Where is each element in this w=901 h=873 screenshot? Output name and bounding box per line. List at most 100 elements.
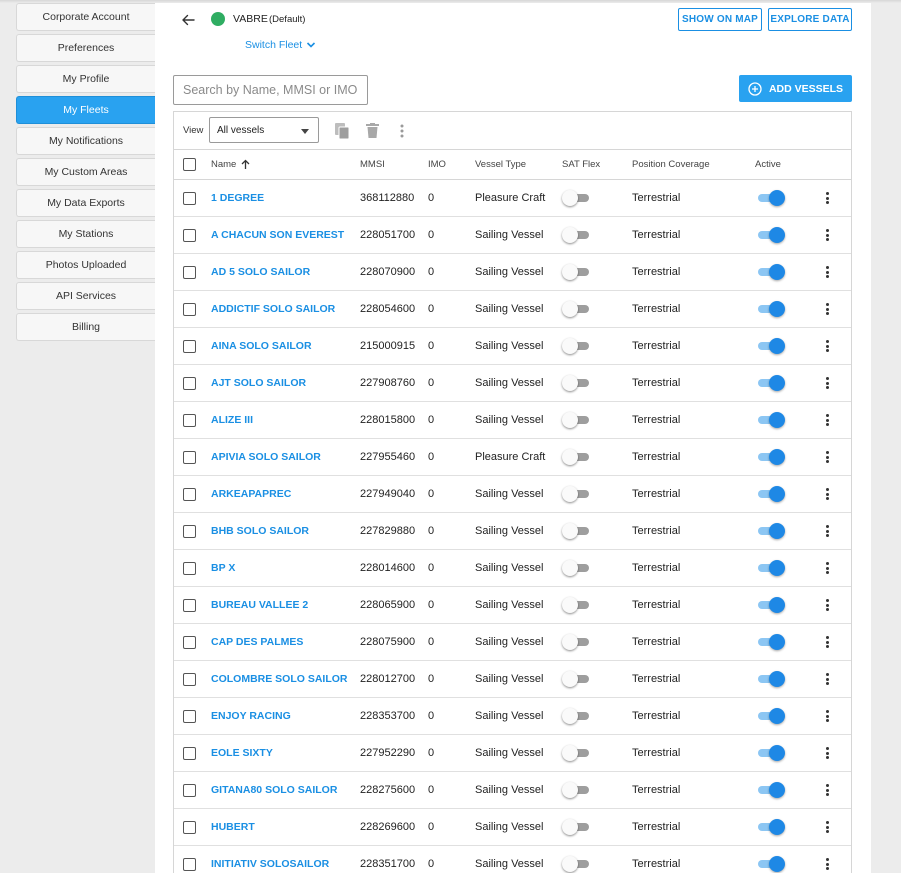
row-checkbox[interactable]	[183, 413, 196, 427]
sat-flex-toggle[interactable]	[562, 449, 592, 465]
sat-flex-toggle[interactable]	[562, 523, 592, 539]
sat-flex-toggle[interactable]	[562, 227, 592, 243]
row-checkbox[interactable]	[183, 857, 196, 871]
vessel-name-link[interactable]: CAP DES PALMES	[211, 636, 303, 648]
sat-flex-toggle[interactable]	[562, 486, 592, 502]
table-row[interactable]: BP X 228014600 0 Sailing Vessel Terrestrial	[174, 550, 851, 587]
sat-flex-toggle[interactable]	[562, 634, 592, 650]
back-arrow-icon[interactable]	[180, 12, 196, 28]
active-toggle[interactable]	[755, 264, 785, 280]
table-row[interactable]: A CHACUN SON EVEREST 228051700 0 Sailing Ve…	[174, 217, 851, 254]
sidebar-item-my-notifications[interactable]: My Notifications	[16, 127, 155, 155]
table-row[interactable]: CAP DES PALMES 228075900 0 Sailing Vessel Te…	[174, 624, 851, 661]
sidebar-item-billing[interactable]: Billing	[16, 313, 155, 341]
table-row[interactable]: AD 5 SOLO SAILOR 228070900 0 Sailing Vessel…	[174, 254, 851, 291]
table-row[interactable]: ENJOY RACING 228353700 0 Sailing Vessel Terr…	[174, 698, 851, 735]
row-menu-icon[interactable]	[822, 412, 832, 428]
row-menu-icon[interactable]	[822, 301, 832, 317]
sidebar-item-my-stations[interactable]: My Stations	[16, 220, 155, 248]
vessel-name-link[interactable]: BHB SOLO SAILOR	[211, 525, 309, 537]
active-toggle[interactable]	[755, 671, 785, 687]
active-toggle[interactable]	[755, 338, 785, 354]
sidebar-item-my-data-exports[interactable]: My Data Exports	[16, 189, 155, 217]
column-header-sat-flex[interactable]: SAT Flex	[562, 150, 600, 179]
copy-icon[interactable]	[334, 122, 350, 140]
active-toggle[interactable]	[755, 560, 785, 576]
table-row[interactable]: GITANA80 SOLO SAILOR 228275600 0 Sailing Ve…	[174, 772, 851, 809]
vessel-name-link[interactable]: ENJOY RACING	[211, 710, 291, 722]
vessel-name-link[interactable]: 1 DEGREE	[211, 192, 264, 204]
view-select[interactable]: All vessels	[209, 117, 319, 143]
sat-flex-toggle[interactable]	[562, 819, 592, 835]
explore-data-button[interactable]: EXPLORE DATA	[768, 8, 852, 31]
vessel-name-link[interactable]: BUREAU VALLEE 2	[211, 599, 308, 611]
vessel-name-link[interactable]: INITIATIV SOLOSAILOR	[211, 858, 329, 870]
vessel-name-link[interactable]: ADDICTIF SOLO SAILOR	[211, 303, 335, 315]
row-menu-icon[interactable]	[822, 523, 832, 539]
sat-flex-toggle[interactable]	[562, 856, 592, 872]
sidebar-item-corporate-account[interactable]: Corporate Account	[16, 3, 155, 31]
sat-flex-toggle[interactable]	[562, 671, 592, 687]
vessel-name-link[interactable]: AINA SOLO SAILOR	[211, 340, 312, 352]
sidebar-item-my-custom-areas[interactable]: My Custom Areas	[16, 158, 155, 186]
row-checkbox[interactable]	[183, 672, 196, 686]
column-header-vessel-type[interactable]: Vessel Type	[475, 150, 526, 179]
table-row[interactable]: EOLE SIXTY 227952290 0 Sailing Vessel Terres…	[174, 735, 851, 772]
sidebar-item-my-profile[interactable]: My Profile	[16, 65, 155, 93]
active-toggle[interactable]	[755, 190, 785, 206]
table-row[interactable]: 1 DEGREE 368112880 0 Pleasure Craft Terrestr…	[174, 180, 851, 217]
switch-fleet-link[interactable]: Switch Fleet	[245, 39, 316, 51]
sat-flex-toggle[interactable]	[562, 412, 592, 428]
row-menu-icon[interactable]	[822, 597, 832, 613]
search-input[interactable]	[173, 75, 368, 105]
row-menu-icon[interactable]	[822, 486, 832, 502]
active-toggle[interactable]	[755, 449, 785, 465]
row-menu-icon[interactable]	[822, 264, 832, 280]
row-checkbox[interactable]	[183, 228, 196, 242]
row-menu-icon[interactable]	[822, 782, 832, 798]
active-toggle[interactable]	[755, 819, 785, 835]
vessel-name-link[interactable]: A CHACUN SON EVEREST	[211, 229, 344, 241]
row-menu-icon[interactable]	[822, 375, 832, 391]
sat-flex-toggle[interactable]	[562, 375, 592, 391]
active-toggle[interactable]	[755, 708, 785, 724]
row-checkbox[interactable]	[183, 820, 196, 834]
sidebar-item-api-services[interactable]: API Services	[16, 282, 155, 310]
row-menu-icon[interactable]	[822, 190, 832, 206]
sat-flex-toggle[interactable]	[562, 745, 592, 761]
active-toggle[interactable]	[755, 301, 785, 317]
row-menu-icon[interactable]	[822, 338, 832, 354]
row-checkbox[interactable]	[183, 783, 196, 797]
row-checkbox[interactable]	[183, 302, 196, 316]
row-menu-icon[interactable]	[822, 449, 832, 465]
more-vert-icon[interactable]	[400, 124, 404, 138]
vessel-name-link[interactable]: APIVIA SOLO SAILOR	[211, 451, 321, 463]
column-header-position-coverage[interactable]: Position Coverage	[632, 150, 710, 179]
column-header-imo[interactable]: IMO	[428, 150, 446, 179]
active-toggle[interactable]	[755, 856, 785, 872]
table-row[interactable]: ADDICTIF SOLO SAILOR 228054600 0 Sailing Ve…	[174, 291, 851, 328]
active-toggle[interactable]	[755, 375, 785, 391]
row-menu-icon[interactable]	[822, 856, 832, 872]
vessel-name-link[interactable]: COLOMBRE SOLO SAILOR	[211, 673, 348, 685]
vessel-name-link[interactable]: BP X	[211, 562, 235, 574]
table-row[interactable]: BHB SOLO SAILOR 227829880 0 Sailing Vessel T…	[174, 513, 851, 550]
row-checkbox[interactable]	[183, 450, 196, 464]
row-checkbox[interactable]	[183, 635, 196, 649]
row-checkbox[interactable]	[183, 598, 196, 612]
trash-icon[interactable]	[366, 123, 379, 138]
table-row[interactable]: APIVIA SOLO SAILOR 227955460 0 Pleasure Cra…	[174, 439, 851, 476]
row-checkbox[interactable]	[183, 376, 196, 390]
column-header-active[interactable]: Active	[755, 150, 781, 179]
row-menu-icon[interactable]	[822, 560, 832, 576]
active-toggle[interactable]	[755, 634, 785, 650]
row-checkbox[interactable]	[183, 746, 196, 760]
sat-flex-toggle[interactable]	[562, 338, 592, 354]
row-menu-icon[interactable]	[822, 227, 832, 243]
table-row[interactable]: AINA SOLO SAILOR 215000915 0 Sailing Vessel…	[174, 328, 851, 365]
sat-flex-toggle[interactable]	[562, 560, 592, 576]
row-checkbox[interactable]	[183, 524, 196, 538]
table-row[interactable]: INITIATIV SOLOSAILOR 228351700 0 Sailing Ve…	[174, 846, 851, 873]
active-toggle[interactable]	[755, 412, 785, 428]
select-all-checkbox[interactable]	[183, 158, 196, 171]
